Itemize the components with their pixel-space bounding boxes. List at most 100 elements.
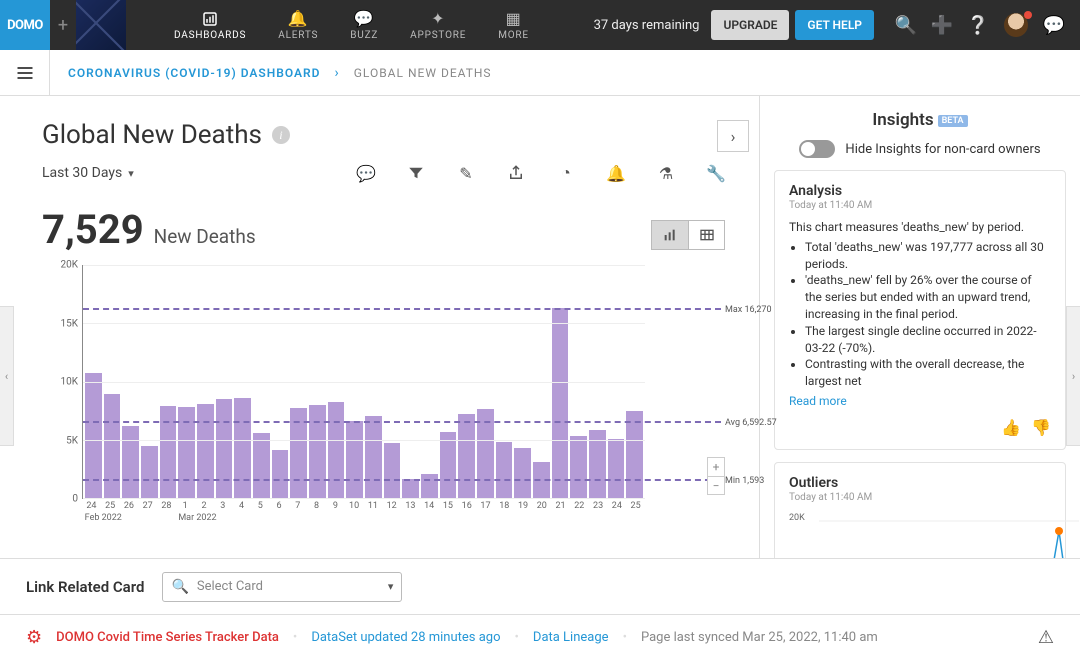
nav-label: ALERTS [278, 30, 318, 41]
insight-analysis-card: Analysis Today at 11:40 AM This chart me… [774, 170, 1066, 450]
bar[interactable] [421, 474, 438, 498]
bar[interactable] [104, 394, 121, 498]
bar[interactable] [365, 416, 382, 498]
bar[interactable] [440, 432, 457, 498]
dataset-icon: ⚙ [26, 627, 42, 648]
nav-buzz[interactable]: 💬 BUZZ [334, 0, 394, 50]
hamburger-icon [15, 63, 35, 83]
appstore-icon: ✦ [431, 10, 445, 28]
analysis-bullet: The largest single decline occurred in 2… [805, 323, 1051, 357]
data-lineage-link[interactable]: Data Lineage [533, 630, 609, 645]
bar[interactable] [253, 433, 270, 498]
zoom-out-button[interactable]: − [708, 476, 724, 494]
breadcrumb-root[interactable]: CORONAVIRUS (COVID-19) DASHBOARD [68, 66, 320, 80]
dashboard-tile[interactable] [76, 0, 126, 50]
nav-label: MORE [498, 30, 529, 41]
chevron-right-icon: › [334, 65, 339, 81]
buzz-panel-icon[interactable]: 💬 [1044, 15, 1064, 35]
warning-icon[interactable]: ⚠ [1038, 627, 1054, 648]
nav-alerts[interactable]: 🔔 ALERTS [262, 0, 334, 50]
bar[interactable] [608, 439, 625, 498]
metric-label: New Deaths [154, 225, 256, 248]
bar[interactable] [234, 398, 251, 498]
select-card-placeholder: Select Card [197, 579, 263, 594]
analysis-intro: This chart measures 'deaths_new' by peri… [789, 219, 1051, 236]
view-toggle[interactable] [651, 220, 725, 250]
bar[interactable] [141, 446, 158, 498]
help-icon[interactable]: ❔ [968, 15, 988, 35]
bar[interactable] [216, 399, 233, 498]
chart-view-button[interactable] [652, 221, 688, 249]
thumbs-up-icon[interactable]: 👍 [1001, 418, 1021, 437]
wrench-icon[interactable]: 🔧 [707, 164, 725, 182]
select-card-dropdown[interactable]: 🔍 Select Card ▾ [162, 572, 402, 602]
hide-insights-toggle[interactable] [799, 140, 835, 158]
nav-dashboards[interactable]: DASHBOARDS [158, 0, 262, 50]
chart: 05K10K15K20K Max 16,270Avg 6,592.57Min 1… [42, 257, 725, 527]
analysis-bullet: Total 'deaths_new' was 197,777 across al… [805, 239, 1051, 273]
link-card-label: Link Related Card [26, 578, 144, 596]
bar[interactable] [122, 426, 139, 498]
nav-label: DASHBOARDS [174, 30, 246, 41]
bar[interactable] [626, 411, 643, 498]
nav-more[interactable]: ▦ MORE [482, 0, 545, 50]
zoom-control[interactable]: + − [707, 457, 725, 495]
read-more-link[interactable]: Read more [789, 394, 847, 408]
bar[interactable] [384, 443, 401, 498]
bar[interactable] [402, 479, 419, 498]
bar[interactable] [272, 450, 289, 498]
filter-icon[interactable] [407, 164, 425, 182]
bell-icon: 🔔 [288, 10, 309, 28]
info-icon[interactable]: i [272, 126, 290, 144]
bar[interactable] [328, 402, 345, 498]
menu-button[interactable] [0, 50, 50, 96]
bar[interactable] [514, 448, 531, 498]
metric-value: 7,529 [42, 206, 144, 253]
toggle-label: Hide Insights for non-card owners [845, 142, 1040, 157]
edit-icon[interactable]: ✎ [457, 164, 475, 182]
grid-icon: ▦ [506, 10, 522, 28]
prev-card-handle[interactable]: ‹ [0, 306, 14, 446]
table-view-button[interactable] [688, 221, 724, 249]
chart-type-icon[interactable]: ◔ [557, 164, 575, 182]
outliers-title: Outliers [789, 475, 1051, 491]
insights-heading: InsightsBETA [774, 110, 1066, 130]
collapse-insights-button[interactable]: › [717, 120, 749, 152]
outliers-time: Today at 11:40 AM [789, 492, 1051, 503]
zoom-in-button[interactable]: + [708, 458, 724, 476]
nav-appstore[interactable]: ✦ APPSTORE [394, 0, 482, 50]
date-range-label: Last 30 Days [42, 165, 122, 181]
trial-remaining: 37 days remaining [582, 18, 712, 33]
insight-outliers-card: Outliers Today at 11:40 AM 20K 15K [774, 462, 1066, 558]
logo[interactable]: DOMO [0, 0, 50, 50]
bar[interactable] [458, 414, 475, 498]
next-card-handle[interactable]: › [1066, 306, 1080, 446]
chevron-down-icon: ▾ [388, 580, 394, 593]
add-page-button[interactable]: + [50, 0, 76, 50]
share-icon[interactable] [507, 164, 525, 182]
bar[interactable] [496, 442, 513, 498]
bar[interactable] [552, 308, 569, 498]
page-synced-label: Page last synced Mar 25, 2022, 11:40 am [641, 630, 878, 645]
search-icon[interactable]: 🔍 [896, 15, 916, 35]
thumbs-down-icon[interactable]: 👎 [1031, 418, 1051, 437]
beta-badge: BETA [938, 115, 968, 127]
bar[interactable] [160, 406, 177, 498]
bar[interactable] [309, 405, 326, 498]
get-help-button[interactable]: GET HELP [795, 10, 874, 40]
avatar[interactable] [1004, 13, 1028, 37]
dataset-updated-link[interactable]: DataSet updated 28 minutes ago [311, 630, 500, 645]
analysis-bullet: Contrasting with the overall decrease, t… [805, 356, 1051, 390]
alert-icon[interactable]: 🔔 [607, 164, 625, 182]
bar[interactable] [346, 421, 363, 498]
bar[interactable] [197, 404, 214, 498]
comment-icon[interactable]: 💬 [357, 164, 375, 182]
upgrade-button[interactable]: UPGRADE [711, 10, 789, 40]
beast-mode-icon[interactable]: ⚗ [657, 164, 675, 182]
dashboards-icon [201, 10, 219, 28]
bar[interactable] [570, 436, 587, 498]
dataset-name[interactable]: DOMO Covid Time Series Tracker Data [56, 630, 279, 645]
date-range-picker[interactable]: Last 30 Days ▾ [42, 165, 134, 181]
breadcrumb: CORONAVIRUS (COVID-19) DASHBOARD › GLOBA… [50, 65, 510, 81]
add-icon[interactable]: ➕ [932, 15, 952, 35]
